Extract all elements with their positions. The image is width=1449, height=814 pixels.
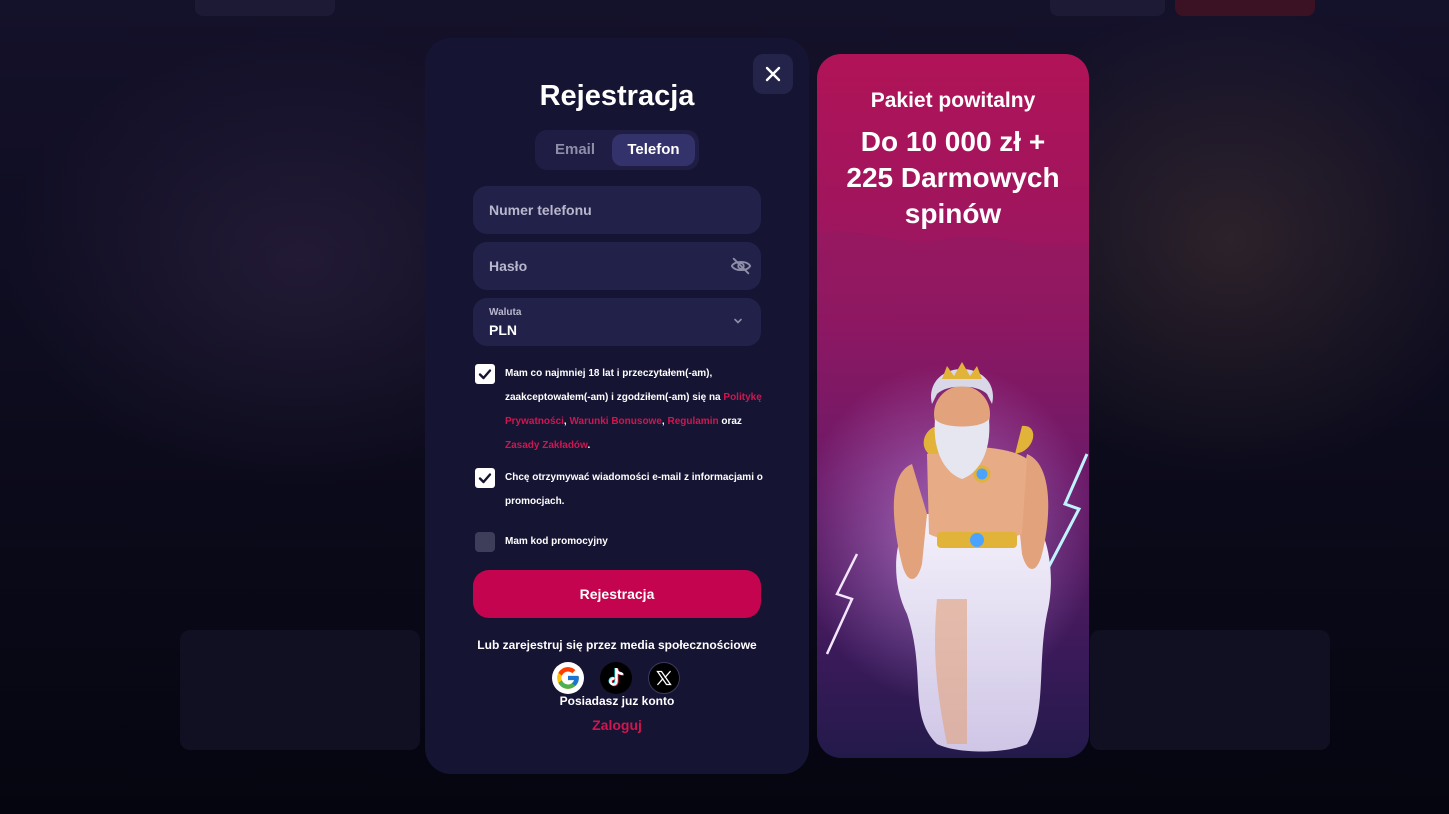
welcome-bonus-panel: Pakiet powitalny Do 10 000 zł + 225 Darm… bbox=[817, 54, 1089, 758]
terms-and: oraz bbox=[721, 416, 742, 427]
google-login-button[interactable] bbox=[552, 662, 584, 694]
newsletter-text: Chcę otrzymywać wiadomości e-mail z info… bbox=[505, 472, 763, 507]
currency-label: Waluta bbox=[489, 307, 522, 318]
terms-text: Mam co najmniej 18 lat i przeczytałem(-a… bbox=[505, 362, 767, 458]
newsletter-checkbox[interactable] bbox=[475, 468, 495, 488]
terms-end: . bbox=[587, 440, 591, 451]
phone-number-placeholder: Numer telefonu bbox=[489, 202, 592, 218]
password-placeholder: Hasło bbox=[489, 258, 528, 274]
currency-select[interactable]: Waluta PLN bbox=[473, 298, 761, 346]
promo-offer-line: spinów bbox=[904, 198, 1002, 229]
terms-separator: , bbox=[563, 416, 567, 427]
promo-code-text: Mam kod promocyjny bbox=[505, 536, 608, 547]
social-register-text: Lub zarejestruj się przez media społeczn… bbox=[477, 638, 757, 652]
checkmark-icon bbox=[478, 473, 492, 484]
regulations-link[interactable]: Regulamin bbox=[667, 416, 718, 427]
phone-number-input[interactable]: Numer telefonu bbox=[473, 186, 761, 234]
background-card bbox=[180, 630, 420, 750]
eye-off-icon[interactable] bbox=[730, 255, 752, 277]
have-account-text: Posiadasz juz konto bbox=[559, 694, 675, 708]
register-button[interactable]: Rejestracja bbox=[473, 570, 761, 618]
betting-rules-link[interactable]: Zasady Zakładów bbox=[505, 440, 587, 451]
password-input[interactable]: Hasło bbox=[473, 242, 761, 290]
tiktok-login-button[interactable] bbox=[600, 662, 632, 694]
background-nav-item bbox=[195, 0, 335, 16]
terms-checkbox[interactable] bbox=[475, 364, 495, 384]
promo-offer-line: 225 Darmowych bbox=[846, 162, 1060, 193]
login-link[interactable]: Zaloguj bbox=[425, 717, 809, 733]
tab-phone[interactable]: Telefon bbox=[612, 134, 695, 166]
promo-offer-line: Do 10 000 zł + bbox=[860, 126, 1046, 157]
background-register-button bbox=[1175, 0, 1315, 16]
currency-value: PLN bbox=[489, 322, 517, 338]
promo-offer: Do 10 000 zł + 225 Darmowych spinów bbox=[817, 124, 1089, 232]
registration-method-tabs: Email Telefon bbox=[535, 130, 699, 170]
background-login-button bbox=[1050, 0, 1165, 16]
google-icon bbox=[557, 667, 579, 689]
terms-text-main: Mam co najmniej 18 lat i przeczytałem(-a… bbox=[505, 368, 721, 403]
x-icon bbox=[656, 670, 672, 686]
background-card bbox=[1090, 630, 1330, 750]
promo-heading: Pakiet powitalny bbox=[870, 89, 1036, 112]
bonus-terms-link[interactable]: Warunki Bonusowe bbox=[569, 416, 661, 427]
tab-email[interactable]: Email bbox=[539, 134, 611, 166]
chevron-down-icon bbox=[734, 318, 742, 324]
checkmark-icon bbox=[478, 369, 492, 380]
modal-title: Rejestracja bbox=[539, 80, 695, 112]
terms-separator: , bbox=[661, 416, 665, 427]
promo-code-checkbox[interactable] bbox=[475, 532, 495, 552]
tiktok-icon bbox=[608, 668, 625, 687]
x-login-button[interactable] bbox=[648, 662, 680, 694]
